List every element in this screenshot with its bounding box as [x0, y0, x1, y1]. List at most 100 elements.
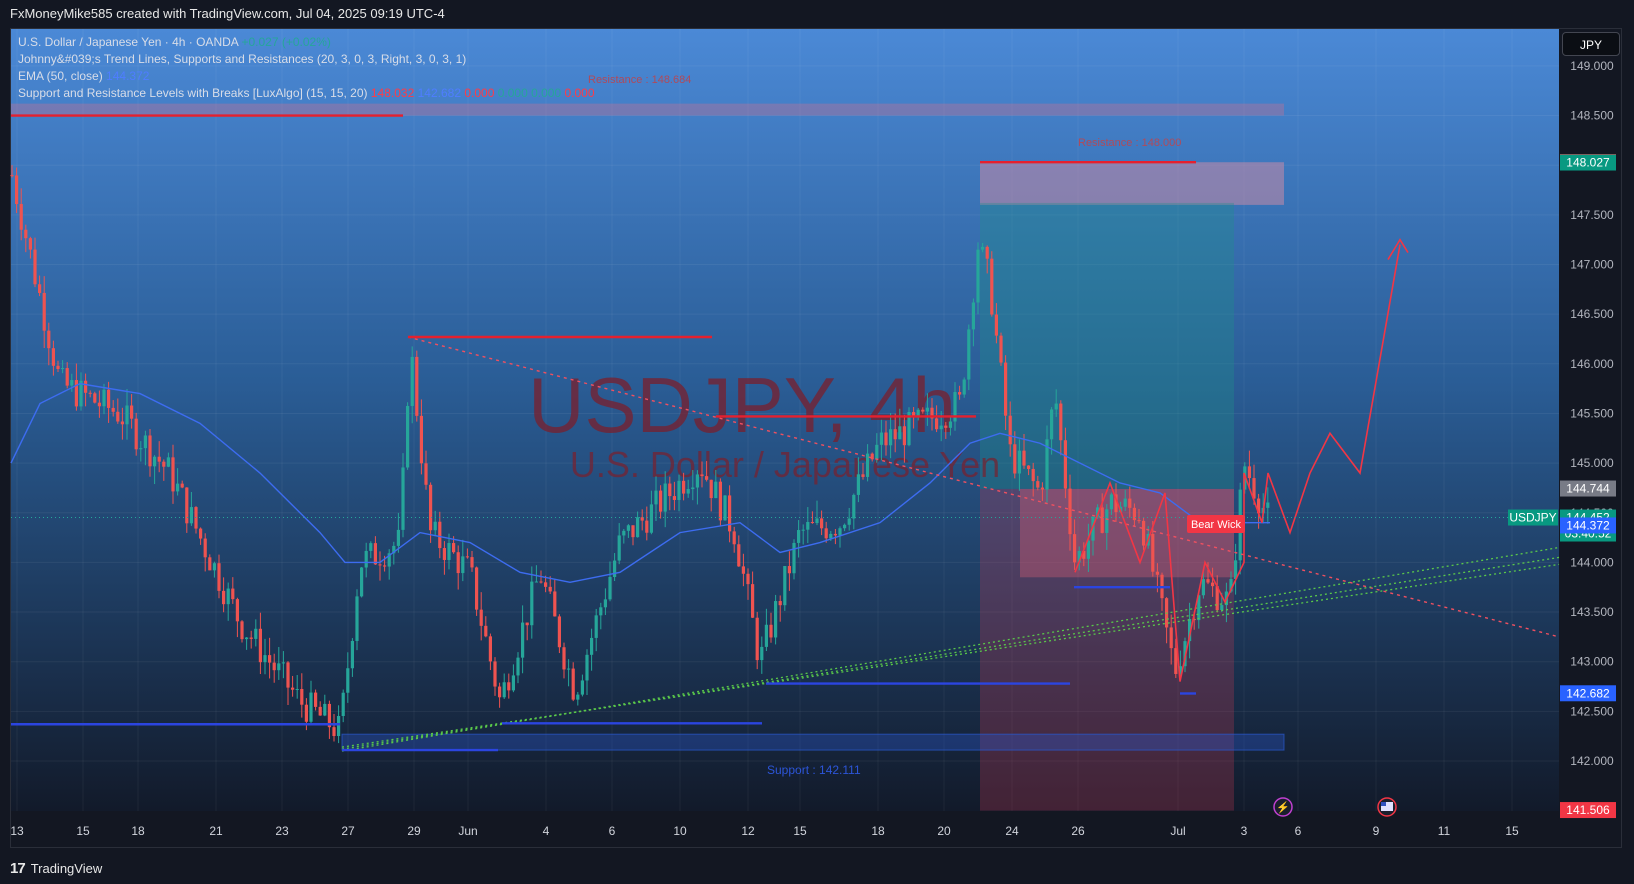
legend-symbol-row[interactable]: U.S. Dollar / Japanese Yen · 4h · OANDA …: [18, 34, 595, 51]
candle-body: [217, 563, 221, 591]
candle-body: [1151, 533, 1155, 572]
legend-sr-row[interactable]: Support and Resistance Levels with Break…: [18, 85, 595, 102]
candle-body: [562, 647, 566, 670]
candle-body: [1013, 444, 1017, 474]
candle-body: [401, 467, 405, 530]
resistance-zone-top: [11, 103, 1284, 116]
candle-body: [419, 415, 423, 464]
candle-body: [571, 668, 575, 700]
legend-sr-v2: 142.682: [417, 86, 461, 100]
time-tick-label: 6: [609, 824, 616, 838]
price-tick-label: 146.000: [1570, 357, 1614, 371]
candle-body: [502, 682, 506, 698]
candle-body: [369, 543, 373, 551]
candle-body: [1105, 509, 1109, 533]
support-label: Support : 142.111: [767, 763, 861, 777]
tradingview-logo[interactable]: 17 TradingView: [10, 860, 102, 877]
candle-body: [677, 480, 681, 500]
candle-body: [1050, 409, 1054, 440]
us-flag-canton: [1381, 802, 1386, 806]
candle-body: [38, 284, 42, 293]
time-tick-label: 21: [209, 824, 223, 838]
candle-body: [576, 694, 580, 700]
candle-body: [1169, 627, 1173, 649]
time-axis[interactable]: 13 15 18 21 23 27 29 Jun 4 6 10 12 15 18 20 24 26 Jul 3 6 9 1…: [10, 824, 1519, 838]
legend-sr-v6: 0.000: [564, 86, 595, 100]
time-tick-label: 20: [937, 824, 951, 838]
candle-body: [1068, 488, 1072, 535]
candle-body: [10, 175, 14, 177]
price-tick-label: 145.500: [1570, 406, 1614, 420]
legend-sr-label: Support and Resistance Levels with Break…: [18, 86, 368, 100]
symbol-tag-text: USDJPY: [1509, 511, 1556, 525]
candle-body: [530, 581, 534, 626]
candle-body: [778, 601, 782, 606]
candle-body: [935, 418, 939, 430]
candle-body: [360, 567, 364, 597]
legend-sr-v4: 0.000: [497, 86, 528, 100]
legend-ema-row[interactable]: EMA (50, close) 144.372: [18, 68, 595, 85]
candle-body: [157, 456, 161, 462]
candle-body: [861, 474, 865, 477]
time-tick-label: 18: [871, 824, 885, 838]
candle-body: [806, 521, 810, 530]
resistance-label-mid: Resistance : 148.000: [1078, 137, 1181, 149]
candle-body: [810, 521, 814, 524]
price-chart[interactable]: USDJPY, 4h U.S. Dollar / Japanese Yen Re…: [0, 0, 1634, 884]
candle-body: [751, 584, 755, 618]
candle-body: [1036, 481, 1040, 488]
candle-body: [396, 529, 400, 546]
candle-body: [691, 487, 695, 490]
candle-body: [682, 480, 686, 494]
price-tick-label: 146.500: [1570, 307, 1614, 321]
candle-body: [263, 655, 267, 663]
candle-body: [944, 425, 948, 428]
candle-body: [15, 175, 19, 205]
bear-wick-label: Bear Wick: [1191, 519, 1242, 531]
candle-body: [212, 563, 216, 571]
candle-body: [318, 706, 322, 716]
candle-body: [61, 368, 65, 370]
candle-body: [925, 407, 929, 412]
candle-body: [51, 348, 55, 366]
price-tick-label: 145.000: [1570, 456, 1614, 470]
candle-body: [406, 405, 410, 468]
candle-body: [843, 524, 847, 529]
legend-sr-v5: 0.000: [531, 86, 562, 100]
candle-body: [820, 518, 824, 529]
candle-body: [465, 556, 469, 558]
candle-body: [700, 474, 704, 477]
candle-body: [1031, 468, 1035, 482]
candle-body: [594, 615, 598, 638]
candle-body: [484, 625, 488, 637]
candle-body: [686, 489, 690, 494]
candle-body: [1054, 403, 1058, 410]
support-zone: [341, 733, 1285, 751]
resistance-zone: [980, 162, 1284, 205]
candle-body: [626, 525, 630, 531]
candle-body: [125, 405, 129, 425]
candle-body: [1201, 579, 1205, 596]
candle-body: [479, 609, 483, 626]
candle-body: [88, 392, 92, 394]
candle-body: [56, 365, 60, 369]
price-tick-label: 144.000: [1570, 555, 1614, 569]
candle-body: [493, 661, 497, 687]
candle-body: [599, 607, 603, 616]
candle-body: [97, 402, 101, 407]
candle-body: [1123, 498, 1127, 507]
candle-body: [323, 703, 327, 716]
candle-body: [120, 421, 124, 425]
candle-body: [856, 474, 860, 495]
watermark: USDJPY, 4h U.S. Dollar / Japanese Yen: [528, 361, 1000, 485]
candle-body: [332, 727, 336, 737]
price-label-text: 144.372: [1566, 518, 1610, 532]
candle-body: [203, 538, 207, 558]
candle-body: [1155, 571, 1159, 575]
candle-body: [304, 704, 308, 722]
legend-indicator-trendlines[interactable]: Johnny&#039;s Trend Lines, Supports and …: [18, 51, 595, 68]
time-tick-label: 4: [543, 824, 550, 838]
time-tick-label: 3: [1241, 824, 1248, 838]
currency-button[interactable]: JPY: [1562, 32, 1620, 56]
candle-body: [383, 565, 387, 567]
